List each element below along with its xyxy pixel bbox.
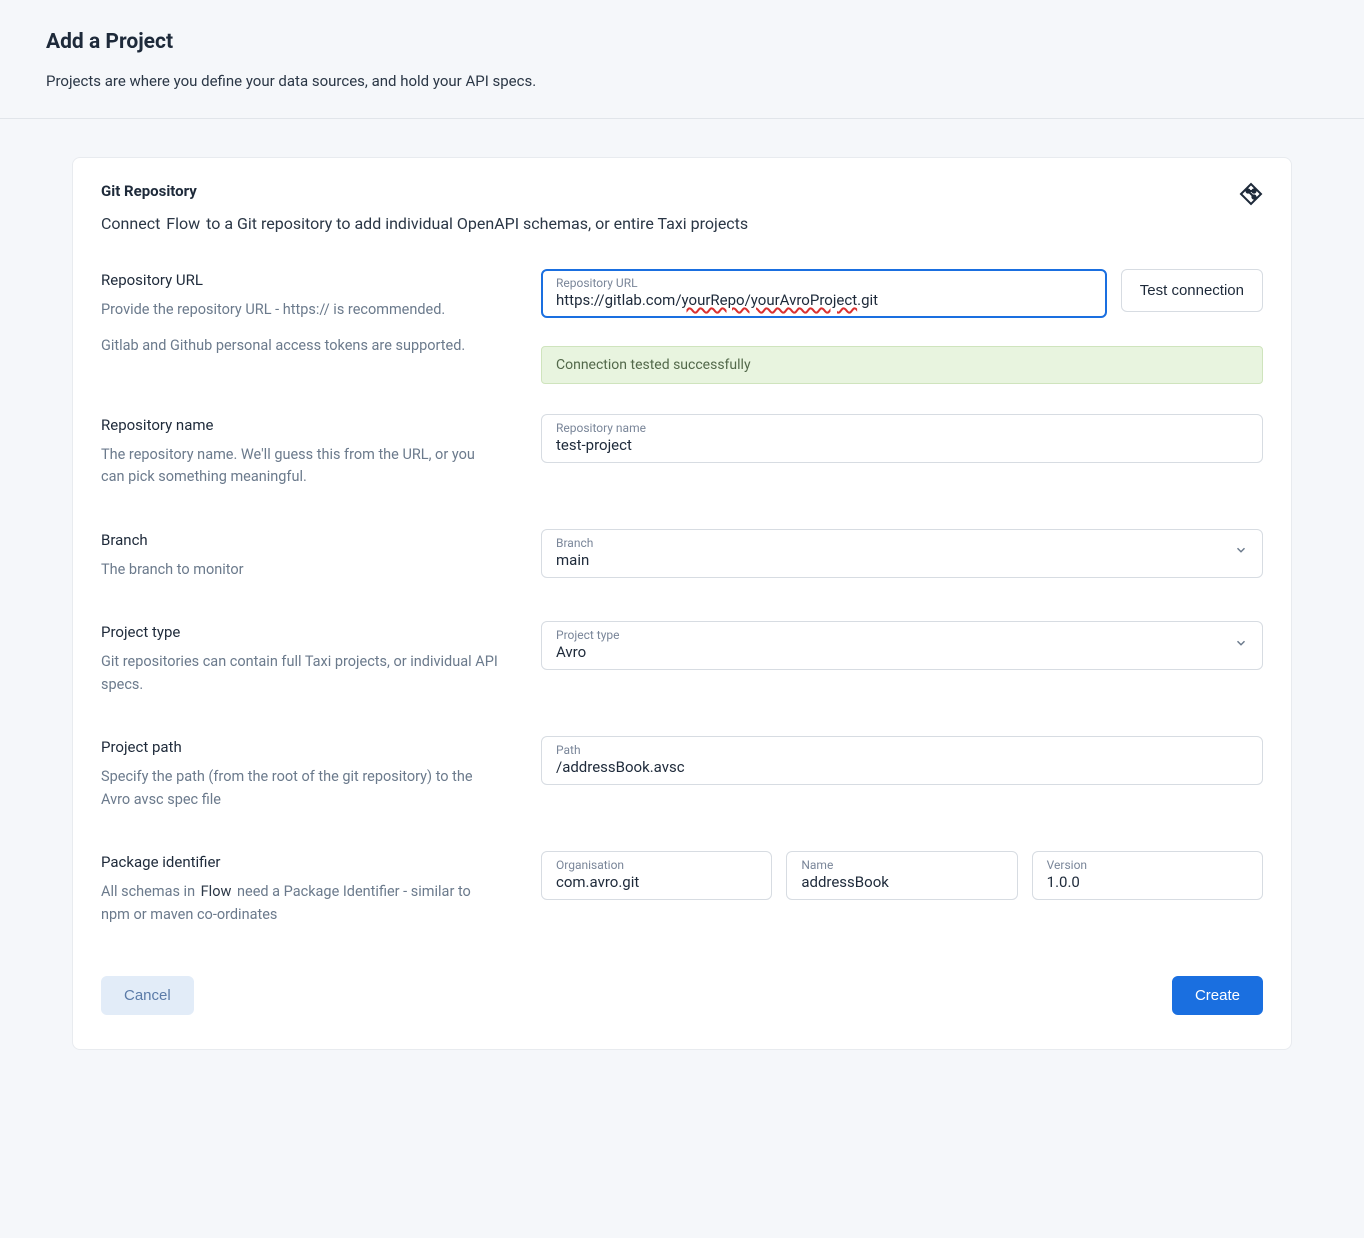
input-project-path[interactable]: Path /addressBook.avsc — [541, 736, 1263, 785]
label-package-identifier: Package identifier — [101, 853, 501, 871]
value-organisation: com.avro.git — [556, 873, 757, 891]
git-repository-card: Git Repository Connect Flow to a Git rep… — [72, 157, 1292, 1050]
desc-repository-url-2: Gitlab and Github personal access tokens… — [101, 335, 501, 357]
select-branch[interactable]: Branch main — [541, 529, 1263, 578]
float-label-name: Name — [801, 858, 1002, 872]
float-label-repo-url: Repository URL — [556, 276, 1092, 290]
label-project-path: Project path — [101, 738, 501, 756]
desc-package-identifier: All schemas in Flow need a Package Ident… — [101, 881, 501, 926]
desc-branch: The branch to monitor — [101, 559, 501, 581]
flow-chip: Flow — [164, 214, 202, 233]
git-icon — [1239, 182, 1263, 206]
connection-status: Connection tested successfully — [541, 346, 1263, 384]
value-name: addressBook — [801, 873, 1002, 891]
label-project-type: Project type — [101, 623, 501, 641]
float-label-branch: Branch — [556, 536, 1226, 550]
page-header: Add a Project Projects are where you def… — [0, 0, 1364, 119]
connect-text-pre: Connect — [101, 214, 164, 233]
page-title: Add a Project — [46, 30, 1318, 54]
flow-chip: Flow — [199, 881, 234, 903]
value-repo-name: test-project — [556, 436, 1248, 454]
cancel-button[interactable]: Cancel — [101, 976, 194, 1015]
row-package-identifier: Package identifier All schemas in Flow n… — [101, 851, 1263, 926]
float-label-version: Version — [1047, 858, 1248, 872]
value-version: 1.0.0 — [1047, 873, 1248, 891]
float-label-organisation: Organisation — [556, 858, 757, 872]
row-branch: Branch The branch to monitor Branch main — [101, 529, 1263, 581]
desc-project-type: Git repositories can contain full Taxi p… — [101, 651, 501, 696]
value-branch: main — [556, 551, 1226, 569]
value-repo-url: https://gitlab.com/yourRepo/yourAvroProj… — [556, 291, 1092, 309]
desc-repository-name: The repository name. We'll guess this fr… — [101, 444, 501, 489]
input-version[interactable]: Version 1.0.0 — [1032, 851, 1263, 900]
row-project-path: Project path Specify the path (from the … — [101, 736, 1263, 811]
row-project-type: Project type Git repositories can contai… — [101, 621, 1263, 696]
row-repository-name: Repository name The repository name. We'… — [101, 414, 1263, 489]
card-subtitle: Connect Flow to a Git repository to add … — [101, 214, 748, 233]
content: Git Repository Connect Flow to a Git rep… — [0, 119, 1364, 1088]
float-label-path: Path — [556, 743, 1248, 757]
input-organisation[interactable]: Organisation com.avro.git — [541, 851, 772, 900]
row-repository-url: Repository URL Provide the repository UR… — [101, 269, 1263, 384]
desc-repository-url-1: Provide the repository URL - https:// is… — [101, 299, 501, 321]
select-project-type[interactable]: Project type Avro — [541, 621, 1263, 670]
input-repository-url[interactable]: Repository URL https://gitlab.com/yourRe… — [541, 269, 1107, 318]
value-path: /addressBook.avsc — [556, 758, 1248, 776]
chevron-down-icon — [1234, 543, 1248, 561]
label-branch: Branch — [101, 531, 501, 549]
float-label-repo-name: Repository name — [556, 421, 1248, 435]
input-repository-name[interactable]: Repository name test-project — [541, 414, 1263, 463]
label-repository-name: Repository name — [101, 416, 501, 434]
input-name[interactable]: Name addressBook — [786, 851, 1017, 900]
test-connection-button[interactable]: Test connection — [1121, 269, 1263, 312]
chevron-down-icon — [1234, 636, 1248, 654]
connect-text-post: to a Git repository to add individual Op… — [206, 214, 748, 233]
create-button[interactable]: Create — [1172, 976, 1263, 1015]
footer: Cancel Create — [101, 976, 1263, 1015]
desc-project-path: Specify the path (from the root of the g… — [101, 766, 501, 811]
value-project-type: Avro — [556, 643, 1226, 661]
float-label-project-type: Project type — [556, 628, 1226, 642]
label-repository-url: Repository URL — [101, 271, 501, 289]
card-title: Git Repository — [101, 182, 748, 200]
page-subtitle: Projects are where you define your data … — [46, 72, 1318, 90]
